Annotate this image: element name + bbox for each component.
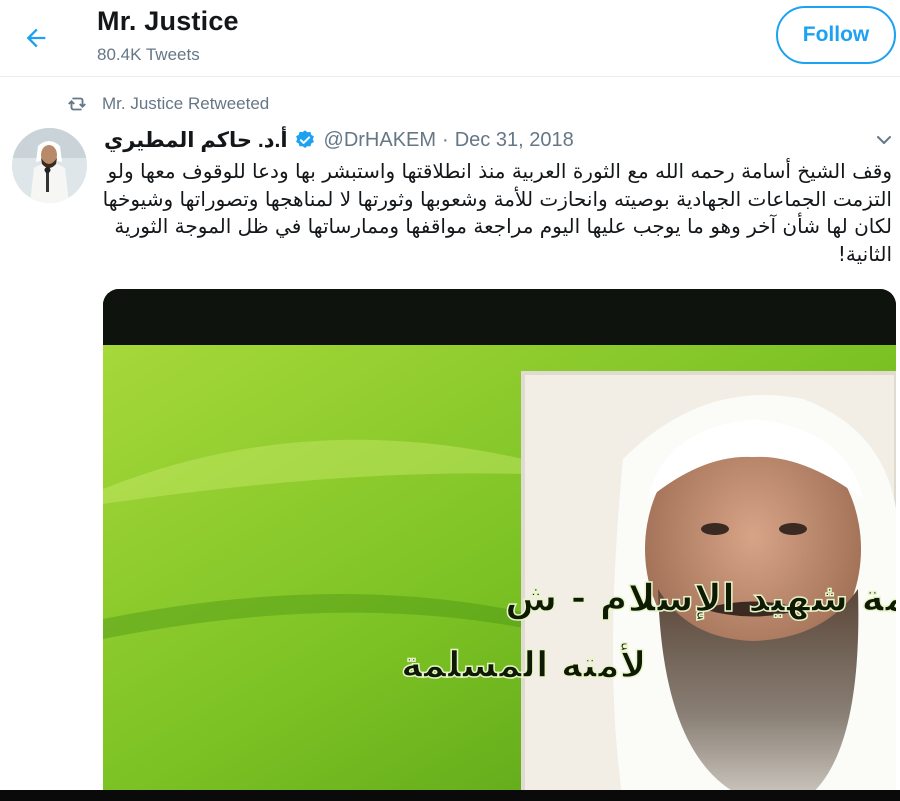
tweet-date[interactable]: Dec 31, 2018 xyxy=(455,129,574,152)
retweet-icon xyxy=(68,97,86,111)
tweet-author-line: أ.د. حاكم المطيري @DrHAKEM · Dec 31, 201… xyxy=(104,126,574,154)
meta-separator: · xyxy=(442,128,449,151)
profile-name: Mr. Justice xyxy=(97,6,239,36)
back-button[interactable] xyxy=(18,20,54,56)
bottom-edge xyxy=(0,790,900,801)
avatar-image xyxy=(12,128,87,203)
media-caption-line1: كلمة شهيد الإسلام - ش xyxy=(505,576,896,621)
chevron-down-icon[interactable] xyxy=(872,128,896,152)
author-name[interactable]: أ.د. حاكم المطيري xyxy=(104,128,288,153)
tweet-media[interactable]: كلمة شهيد الإسلام - ش لأمته المسلمة xyxy=(103,289,896,801)
media-caption-line2: لأمته المسلمة xyxy=(401,642,646,686)
author-handle[interactable]: @DrHAKEM xyxy=(324,129,437,152)
media-image: كلمة شهيد الإسلام - ش لأمته المسلمة xyxy=(103,289,896,801)
tweet-text: وقف الشيخ أسامة رحمه الله مع الثورة العر… xyxy=(102,159,892,266)
profile-header: Mr. Justice 80.4K Tweets Follow xyxy=(0,0,900,77)
verified-badge-icon xyxy=(295,130,314,148)
avatar[interactable] xyxy=(12,128,87,203)
back-arrow-icon xyxy=(26,28,46,48)
follow-button[interactable]: Follow xyxy=(776,6,896,64)
retweet-context: Mr. Justice Retweeted xyxy=(66,92,269,116)
tweet-count: 80.4K Tweets xyxy=(97,45,200,64)
retweet-label: Mr. Justice Retweeted xyxy=(102,94,270,113)
